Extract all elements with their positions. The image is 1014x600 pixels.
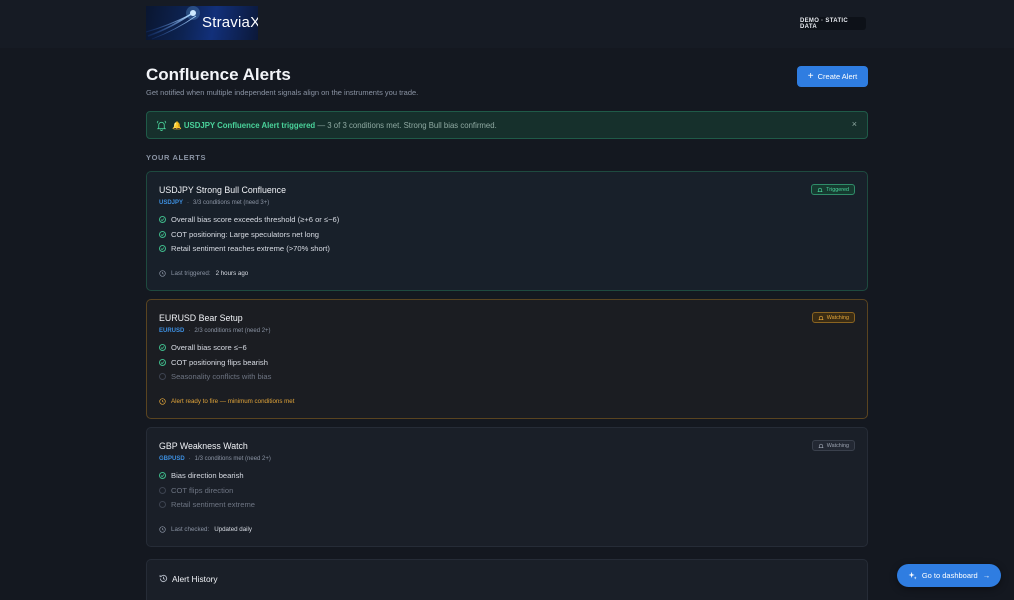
alert-card[interactable]: EURUSD Bear Setup EURUSD · 2/3 conditions … bbox=[146, 299, 868, 419]
history-icon bbox=[159, 574, 168, 582]
alert-meta: EURUSD · 2/3 conditions met (need 2+) bbox=[159, 328, 271, 334]
status-badge: Triggered bbox=[811, 184, 855, 195]
condition-text: Overall bias score ≤−6 bbox=[171, 343, 247, 352]
sparkle-icon bbox=[908, 571, 917, 580]
history-title: Alert History bbox=[172, 574, 218, 584]
banner-message: 🔔 USDJPY Confluence Alert triggered — 3 … bbox=[172, 121, 497, 130]
footer-label: Last triggered: bbox=[171, 270, 211, 277]
brand-logo[interactable]: StraviaX bbox=[146, 6, 258, 40]
condition-item: Overall bias score ≤−6 bbox=[159, 343, 247, 352]
check-circle-icon bbox=[159, 344, 166, 351]
bell-ring-icon bbox=[156, 120, 167, 131]
condition-item: COT positioning: Large speculators net l… bbox=[159, 230, 319, 239]
create-alert-button[interactable]: + Create Alert bbox=[797, 66, 868, 87]
page-title: Confluence Alerts bbox=[146, 65, 291, 84]
alert-footer: Last triggered: 2 hours ago bbox=[159, 270, 248, 277]
check-circle-icon bbox=[159, 472, 166, 479]
condition-text: Overall bias score exceeds threshold (≥+… bbox=[171, 215, 340, 224]
section-label: YOUR ALERTS bbox=[146, 153, 207, 162]
status-label: Triggered bbox=[826, 186, 849, 193]
banner-highlight: USDJPY Confluence Alert triggered bbox=[183, 121, 316, 130]
arrow-right-icon: → bbox=[982, 571, 991, 580]
empty-circle-icon bbox=[159, 487, 166, 494]
alert-meta: USDJPY · 3/3 conditions met (need 3+) bbox=[159, 200, 270, 206]
alert-conditions-count: 3/3 conditions met (need 3+) bbox=[193, 200, 270, 206]
condition-text: Bias direction bearish bbox=[171, 471, 244, 480]
alert-history-panel: Alert History bbox=[146, 559, 868, 600]
demo-badge: DEMO · STATIC DATA bbox=[800, 17, 866, 30]
alert-symbol[interactable]: GBPUSD bbox=[159, 456, 185, 462]
alert-title: EURUSD Bear Setup bbox=[159, 313, 243, 323]
check-circle-icon bbox=[159, 231, 166, 238]
condition-item: Overall bias score exceeds threshold (≥+… bbox=[159, 215, 339, 224]
create-alert-label: Create Alert bbox=[817, 72, 858, 81]
page-subtitle: Get notified when multiple independent s… bbox=[146, 88, 419, 97]
alert-symbol[interactable]: USDJPY bbox=[159, 200, 183, 206]
condition-text: Retail sentiment extreme bbox=[171, 500, 255, 509]
footer-label: Alert ready to fire — minimum conditions… bbox=[171, 398, 295, 405]
alert-card[interactable]: GBP Weakness Watch GBPUSD · 1/3 conditions… bbox=[146, 427, 868, 547]
top-bar: StraviaX DEMO · STATIC DATA bbox=[0, 0, 1014, 48]
alert-meta: GBPUSD · 1/3 conditions met (need 2+) bbox=[159, 456, 271, 462]
condition-text: Seasonality conflicts with bias bbox=[171, 372, 272, 381]
close-icon[interactable]: × bbox=[852, 119, 857, 129]
banner-rest: — 3 of 3 conditions met. Strong Bull bia… bbox=[315, 121, 497, 130]
go-to-dashboard-button[interactable]: Go to dashboard → bbox=[897, 564, 1001, 587]
alert-banner: 🔔 USDJPY Confluence Alert triggered — 3 … bbox=[146, 111, 868, 139]
status-label: Watching bbox=[826, 442, 849, 449]
condition-item: COT positioning flips bearish bbox=[159, 358, 268, 367]
footer-label: Last checked: bbox=[171, 526, 210, 533]
clock-icon bbox=[159, 398, 166, 405]
alert-symbol[interactable]: EURUSD bbox=[159, 328, 184, 334]
alert-card[interactable]: USDJPY Strong Bull Confluence USDJPY · 3/3… bbox=[146, 171, 868, 291]
condition-text: COT flips direction bbox=[171, 486, 234, 495]
alert-title: USDJPY Strong Bull Confluence bbox=[159, 185, 286, 195]
bell-emoji: 🔔 bbox=[172, 121, 182, 130]
bell-icon bbox=[818, 443, 824, 448]
dashboard-label: Go to dashboard bbox=[921, 571, 978, 580]
status-badge: Watching bbox=[811, 440, 855, 451]
condition-item: COT flips direction bbox=[159, 486, 233, 495]
alert-conditions-count: 1/3 conditions met (need 2+) bbox=[194, 456, 271, 462]
alert-title: GBP Weakness Watch bbox=[159, 441, 248, 451]
clock-icon bbox=[159, 526, 166, 533]
alert-conditions-count: 2/3 conditions met (need 2+) bbox=[194, 328, 271, 334]
condition-item: Retail sentiment reaches extreme (>70% s… bbox=[159, 244, 330, 253]
check-circle-icon bbox=[159, 359, 166, 366]
bell-icon bbox=[818, 315, 824, 320]
status-badge: Watching bbox=[811, 312, 855, 323]
check-circle-icon bbox=[159, 216, 166, 223]
check-circle-icon bbox=[159, 245, 166, 252]
plus-icon: + bbox=[807, 70, 814, 82]
alert-footer: Last checked: Updated daily bbox=[159, 526, 252, 533]
condition-text: Retail sentiment reaches extreme (>70% s… bbox=[171, 244, 330, 253]
condition-text: COT positioning flips bearish bbox=[171, 358, 268, 367]
condition-item: Seasonality conflicts with bias bbox=[159, 372, 271, 381]
footer-value: 2 hours ago bbox=[215, 270, 249, 277]
status-label: Watching bbox=[826, 314, 849, 321]
clock-icon bbox=[159, 270, 166, 277]
alert-footer: Alert ready to fire — minimum conditions… bbox=[159, 398, 294, 405]
condition-item: Retail sentiment extreme bbox=[159, 500, 255, 509]
empty-circle-icon bbox=[159, 501, 166, 508]
bell-icon bbox=[817, 187, 823, 192]
empty-circle-icon bbox=[159, 373, 166, 380]
brand-name: StraviaX bbox=[202, 14, 258, 31]
condition-item: Bias direction bearish bbox=[159, 471, 244, 480]
footer-value: Updated daily bbox=[214, 526, 253, 533]
condition-text: COT positioning: Large speculators net l… bbox=[171, 230, 320, 239]
